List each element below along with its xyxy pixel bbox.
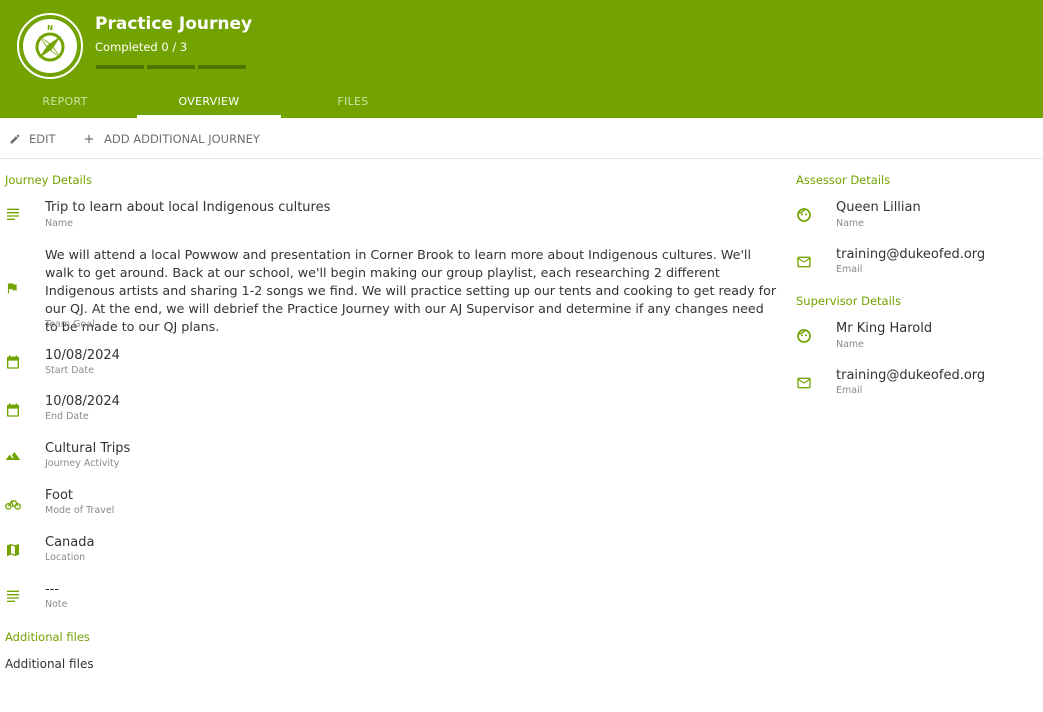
progress-segment xyxy=(147,65,195,69)
calendar-icon xyxy=(7,355,19,369)
additional-files-title: Additional files xyxy=(5,630,90,644)
supervisor-name-label: Name xyxy=(836,339,865,350)
calendar-icon xyxy=(7,403,19,417)
tab-files[interactable]: FILES xyxy=(290,88,416,118)
end-date-label: End Date xyxy=(45,411,89,422)
svg-text:N: N xyxy=(47,24,53,32)
assessor-details-title: Assessor Details xyxy=(796,173,891,187)
face-icon xyxy=(797,329,811,343)
journey-header: N Practice Journey Completed 0 / 3 REPOR… xyxy=(0,0,1043,118)
assessor-email[interactable]: training@dukeofed.org xyxy=(836,247,985,262)
compass-icon: N xyxy=(23,19,77,73)
additional-files-text: Additional files xyxy=(5,657,94,671)
journey-name: Trip to learn about local Indigenous cul… xyxy=(45,200,331,215)
location-label: Location xyxy=(45,552,86,563)
flag-icon xyxy=(7,283,17,294)
notes-icon xyxy=(7,590,19,602)
mountain-icon xyxy=(5,452,21,460)
start-date: 10/08/2024 xyxy=(45,348,120,363)
compass-logo: N xyxy=(17,13,83,79)
completion-status: Completed 0 / 3 xyxy=(95,40,188,54)
supervisor-email-label: Email xyxy=(836,385,863,396)
plus-icon xyxy=(84,134,94,144)
page-title: Practice Journey xyxy=(95,14,253,34)
journey-activity: Cultural Trips xyxy=(45,441,131,456)
tab-report[interactable]: REPORT xyxy=(0,88,130,118)
start-date-label: Start Date xyxy=(45,365,94,376)
note: --- xyxy=(45,582,60,597)
map-icon xyxy=(7,544,19,556)
add-journey-label: ADD ADDITIONAL JOURNEY xyxy=(104,132,260,146)
completion-progress xyxy=(96,65,246,69)
supervisor-email[interactable]: training@dukeofed.org xyxy=(836,368,985,383)
assessor-name: Queen Lillian xyxy=(836,200,921,215)
mode-of-travel: Foot xyxy=(45,488,74,503)
assessor-email-label: Email xyxy=(836,264,863,275)
progress-segment xyxy=(198,65,246,69)
end-date: 10/08/2024 xyxy=(45,394,120,409)
note-label: Note xyxy=(45,599,68,610)
notes-icon xyxy=(7,208,19,220)
journey-activity-label: Journey Activity xyxy=(45,458,120,469)
supervisor-name: Mr King Harold xyxy=(836,321,933,336)
bike-icon xyxy=(5,500,21,510)
supervisor-details-title: Supervisor Details xyxy=(796,294,901,308)
tab-overview[interactable]: OVERVIEW xyxy=(137,88,281,118)
toolbar: EDIT ADD ADDITIONAL JOURNEY xyxy=(0,118,1043,159)
tab-bar: REPORT OVERVIEW FILES xyxy=(0,88,420,118)
mode-of-travel-label: Mode of Travel xyxy=(45,505,115,516)
face-icon xyxy=(797,208,811,222)
mail-icon xyxy=(797,377,811,389)
mail-icon xyxy=(797,256,811,268)
team-goal-label: Team Goal xyxy=(45,319,95,330)
edit-button-label: EDIT xyxy=(29,132,56,146)
location: Canada xyxy=(45,535,95,550)
pencil-icon xyxy=(10,134,20,144)
edit-button[interactable]: EDIT xyxy=(9,129,56,149)
assessor-name-label: Name xyxy=(836,218,865,229)
journey-name-label: Name xyxy=(45,218,74,229)
add-journey-button[interactable]: ADD ADDITIONAL JOURNEY xyxy=(82,129,260,149)
team-goal: We will attend a local Powwow and presen… xyxy=(45,247,777,334)
progress-segment xyxy=(96,65,144,69)
journey-details-title: Journey Details xyxy=(5,173,92,187)
